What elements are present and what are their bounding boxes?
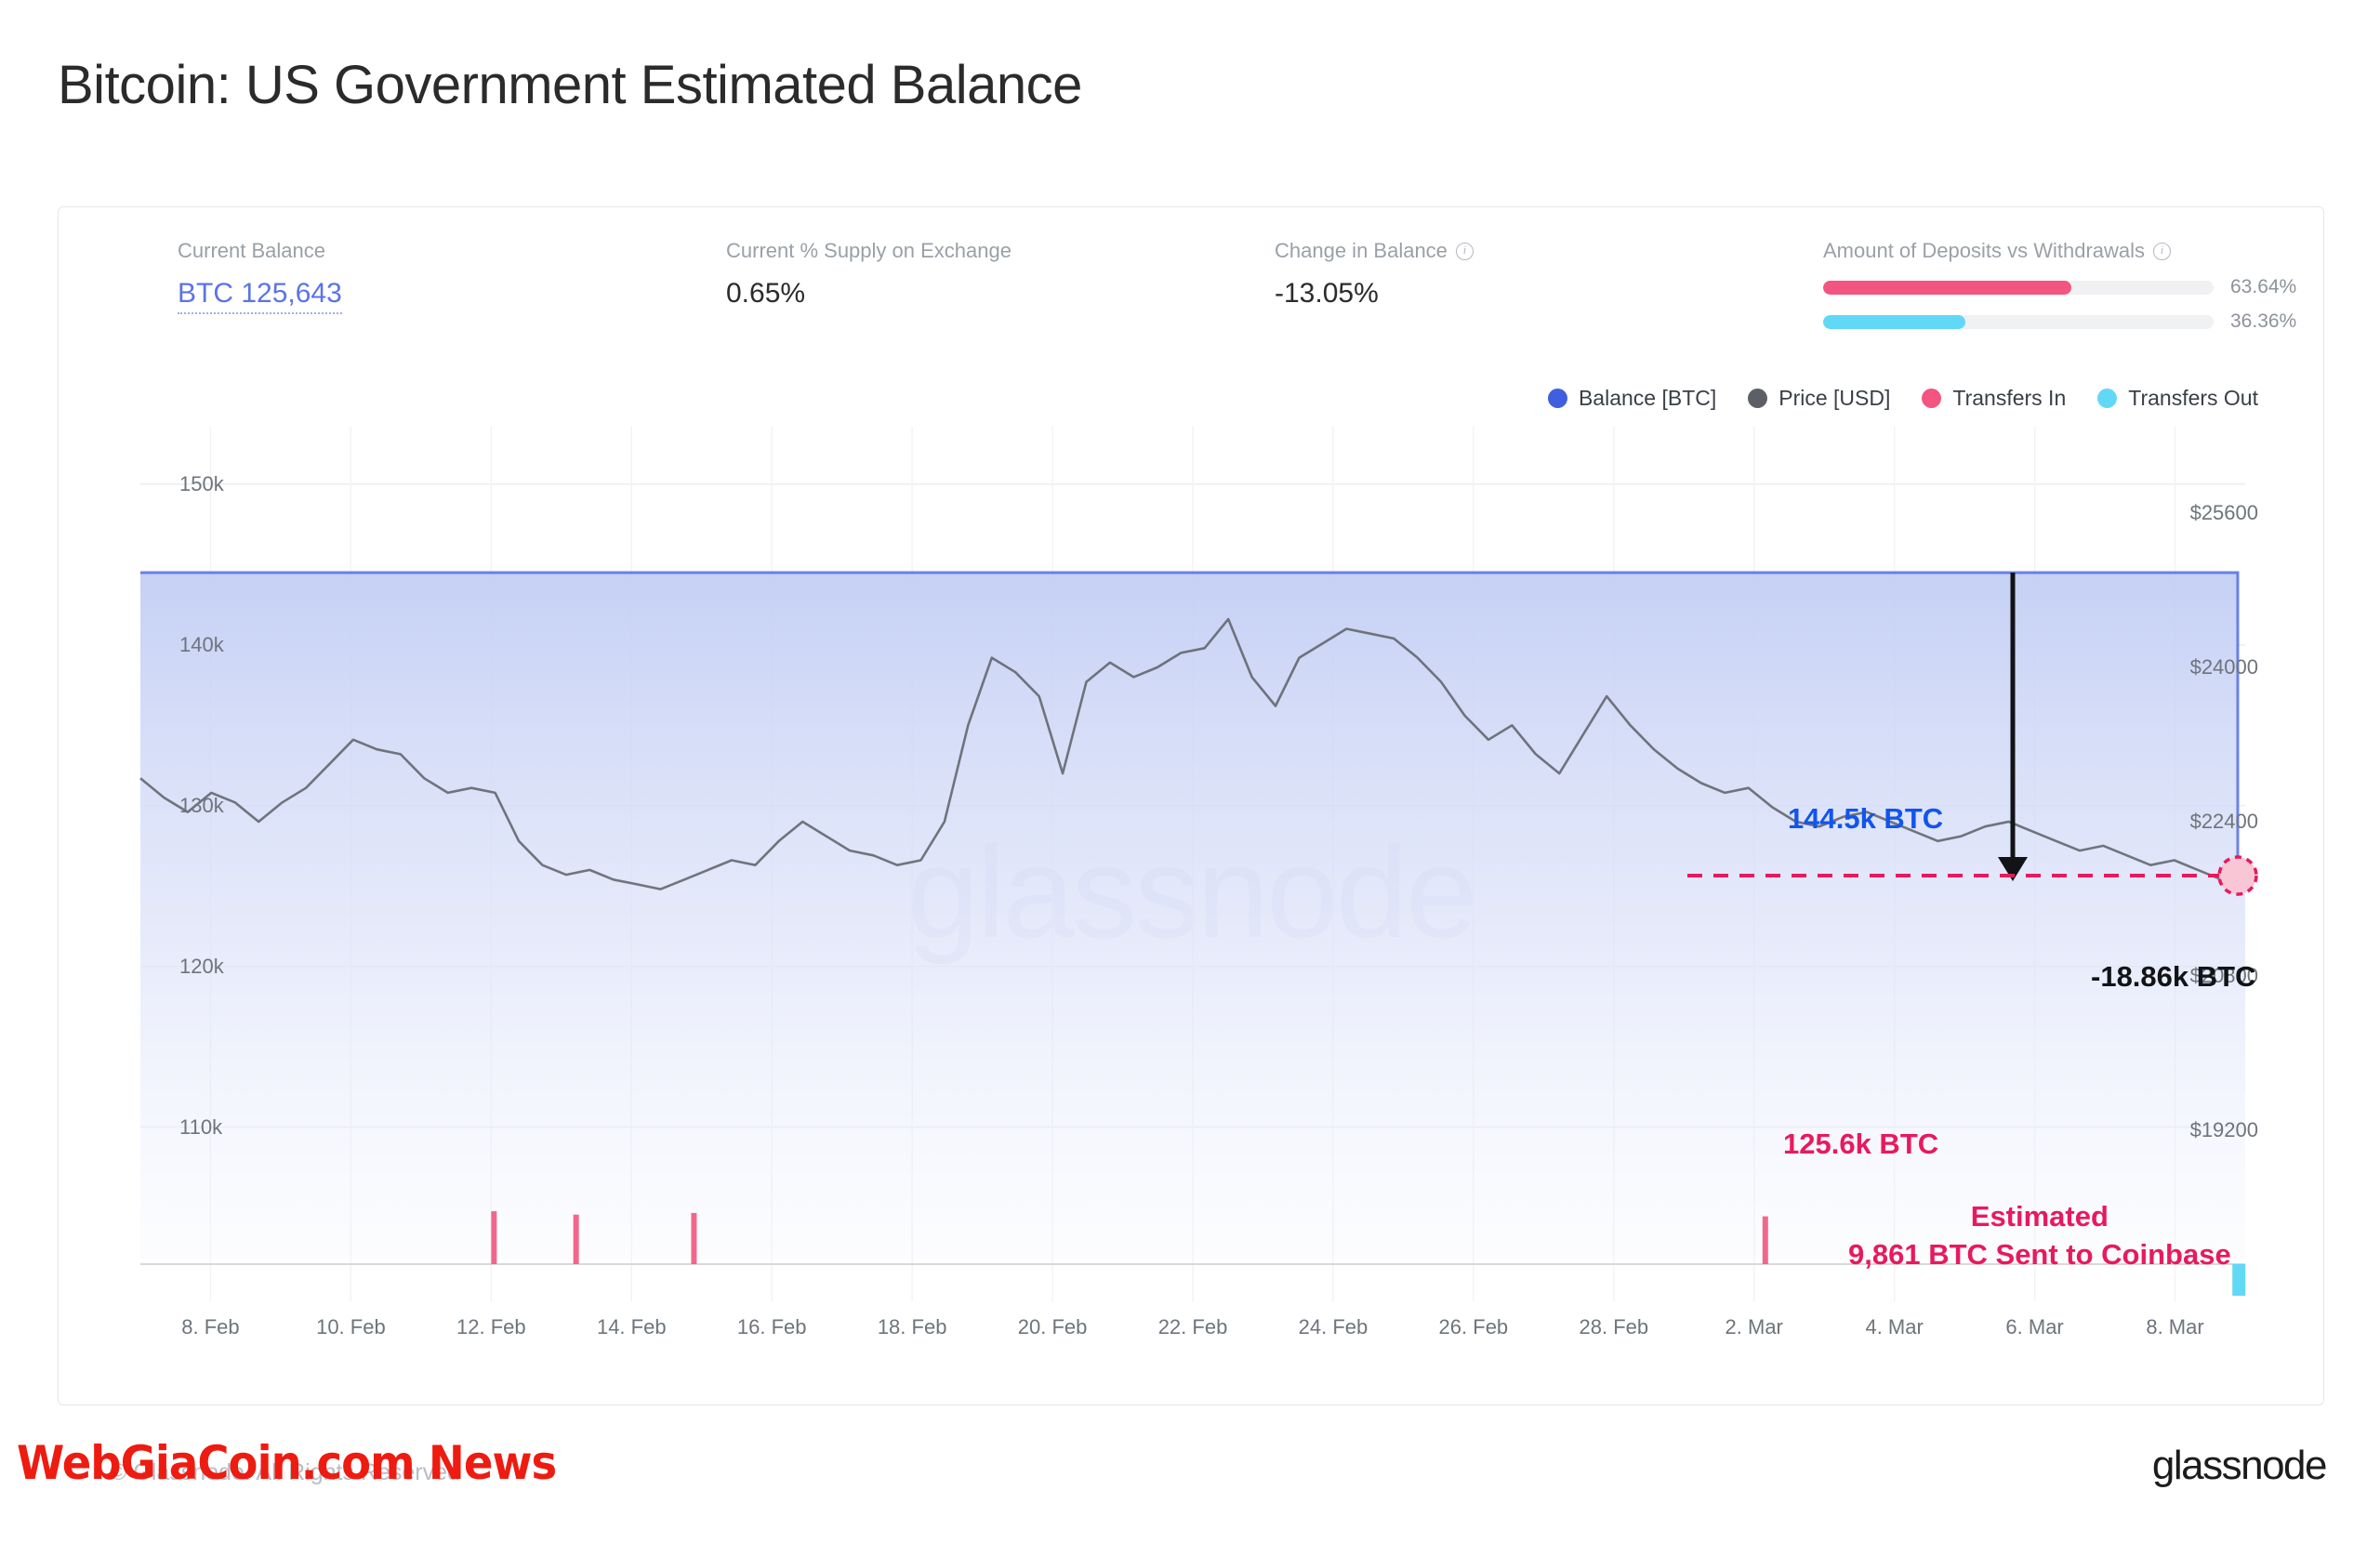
stat-change-in-balance: Change in Balance -13.05% bbox=[1275, 239, 1474, 310]
chart-plot-area[interactable]: glassnode 150k140k130k120k110k$25600$240… bbox=[59, 380, 2323, 1406]
chart-svg bbox=[139, 427, 2258, 1301]
chart-page: Bitcoin: US Government Estimated Balance… bbox=[0, 0, 2380, 1556]
x-axis-tick: 2. Mar bbox=[1725, 1315, 1783, 1338]
stat-current-balance-value[interactable]: BTC 125,643 bbox=[178, 278, 342, 314]
withdrawals-pct: 36.36% bbox=[2230, 310, 2297, 332]
stat-change-in-balance-value: -13.05% bbox=[1275, 278, 1379, 309]
news-watermark: WebGiaCoin.com News bbox=[17, 1436, 557, 1490]
chart-card: Current Balance BTC 125,643 Current % Su… bbox=[58, 206, 2324, 1405]
stat-current-balance-label: Current Balance bbox=[178, 239, 325, 262]
stat-change-in-balance-label-text: Change in Balance bbox=[1275, 239, 1448, 262]
x-axis-tick: 24. Feb bbox=[1298, 1315, 1368, 1338]
page-title: Bitcoin: US Government Estimated Balance bbox=[58, 55, 1082, 115]
deposits-pct: 63.64% bbox=[2230, 276, 2297, 297]
stat-supply-on-exchange-label: Current % Supply on Exchange bbox=[726, 239, 1012, 262]
x-axis-tick: 16. Feb bbox=[736, 1315, 807, 1338]
info-icon[interactable] bbox=[2153, 242, 2172, 260]
info-icon[interactable] bbox=[1455, 242, 1474, 260]
withdrawals-bar-fill bbox=[1823, 314, 1965, 329]
stat-supply-on-exchange: Current % Supply on Exchange 0.65% bbox=[726, 239, 1012, 310]
x-axis-tick: 28. Feb bbox=[1579, 1315, 1649, 1338]
x-axis-tick: 20. Feb bbox=[1017, 1315, 1088, 1338]
stat-deposits-vs-withdrawals: Amount of Deposits vs Withdrawals 63.64% bbox=[1823, 239, 2296, 345]
withdrawals-bar-row: 36.36% bbox=[1823, 310, 2296, 333]
stat-change-in-balance-label: Change in Balance bbox=[1275, 239, 1474, 263]
deposits-bar-row: 63.64% bbox=[1823, 276, 2296, 298]
x-axis-tick: 4. Mar bbox=[1865, 1315, 1924, 1338]
stat-supply-on-exchange-value: 0.65% bbox=[726, 278, 806, 309]
x-axis-tick: 26. Feb bbox=[1438, 1315, 1509, 1338]
x-axis-tick: 8. Mar bbox=[2146, 1315, 2204, 1338]
stat-deposits-label: Amount of Deposits vs Withdrawals bbox=[1823, 239, 2296, 263]
withdrawals-bar-track bbox=[1823, 314, 2214, 329]
x-axis-tick: 22. Feb bbox=[1157, 1315, 1228, 1338]
deposits-bars: 63.64% 36.36% bbox=[1823, 276, 2296, 333]
x-axis-tick: 10. Feb bbox=[316, 1315, 386, 1338]
x-axis-tick: 14. Feb bbox=[596, 1315, 667, 1338]
deposits-bar-track bbox=[1823, 280, 2214, 295]
glassnode-logo: glassnode bbox=[2151, 1443, 2328, 1488]
x-axis-tick: 6. Mar bbox=[2005, 1315, 2064, 1338]
stat-current-balance: Current Balance BTC 125,643 bbox=[178, 239, 342, 314]
deposits-bar-fill bbox=[1823, 280, 2072, 295]
stats-row: Current Balance BTC 125,643 Current % Su… bbox=[59, 207, 2323, 347]
x-axis-tick: 8. Feb bbox=[181, 1315, 240, 1338]
x-axis-tick: 18. Feb bbox=[877, 1315, 947, 1338]
x-axis-tick: 12. Feb bbox=[456, 1315, 526, 1338]
stat-deposits-label-text: Amount of Deposits vs Withdrawals bbox=[1823, 239, 2146, 262]
